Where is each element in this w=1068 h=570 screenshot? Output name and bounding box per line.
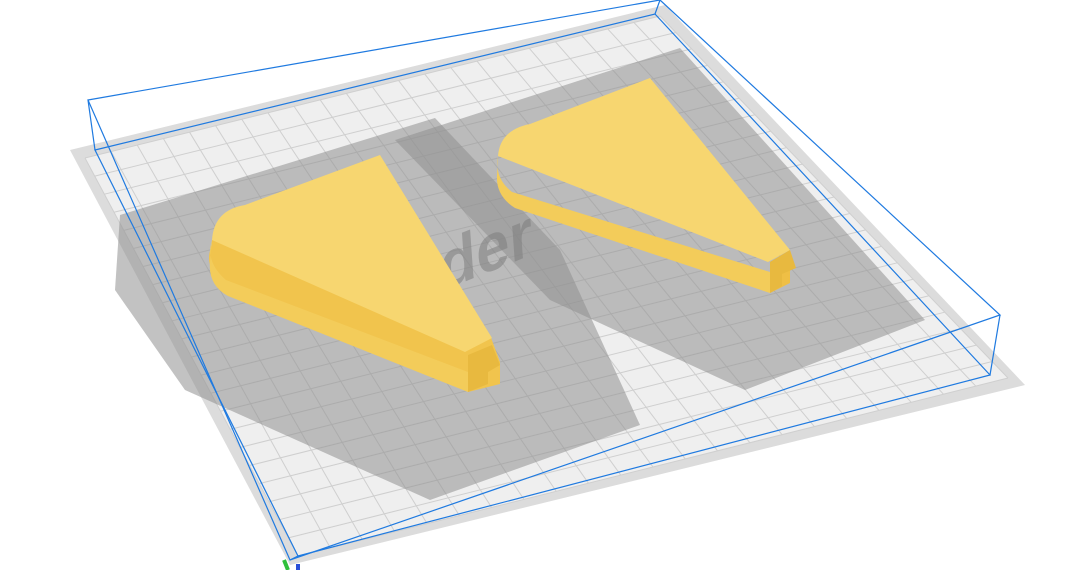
3d-viewport[interactable]: Ender: [0, 0, 1068, 570]
scene-canvas[interactable]: Ender: [0, 0, 1068, 570]
axis-y: [282, 559, 290, 570]
